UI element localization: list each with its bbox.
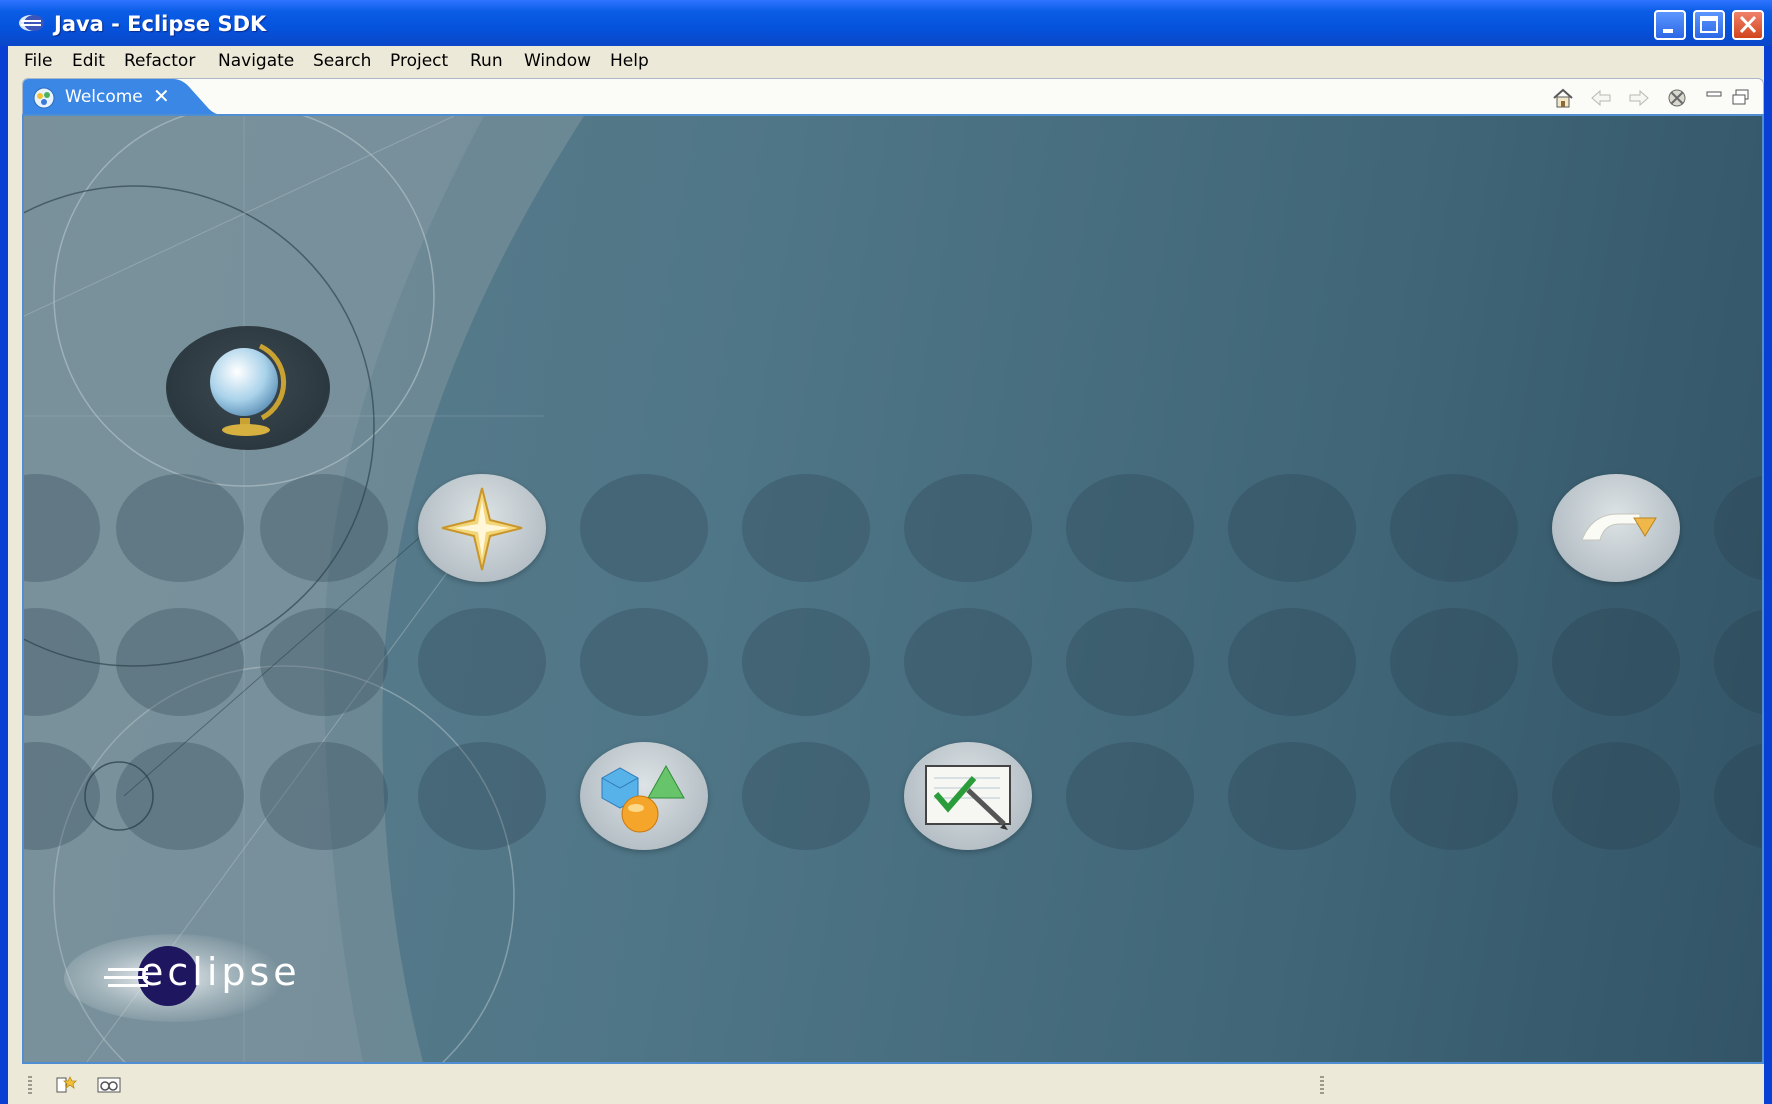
forward-arrow-icon[interactable] (1627, 86, 1651, 110)
grid-dot (1390, 742, 1518, 850)
menu-refactor[interactable]: Refactor (124, 50, 195, 72)
grid-dot (1552, 608, 1680, 716)
grid-dot (742, 742, 870, 850)
home-icon[interactable] (1551, 86, 1575, 110)
tab-welcome[interactable]: Welcome ✕ (23, 79, 223, 115)
maximize-icon (1700, 16, 1718, 33)
welcome-view: Welcome ✕ eclipse (22, 78, 1764, 1064)
overview-button[interactable] (166, 326, 330, 450)
grid-dot (116, 742, 244, 850)
view-tab-bar: Welcome ✕ (22, 78, 1764, 115)
minimize-button[interactable] (1654, 10, 1686, 40)
eclipse-window: Java - Eclipse SDK File Edit Refactor Na… (0, 0, 1772, 1104)
tab-welcome-label: Welcome (65, 87, 143, 107)
grid-dot (116, 608, 244, 716)
maximize-button[interactable] (1693, 10, 1725, 40)
status-grip (28, 1076, 32, 1096)
grid-dot (904, 474, 1032, 582)
grid-dot (742, 474, 870, 582)
grid-dot (260, 742, 388, 850)
workbench-arrow-icon (1581, 513, 1657, 541)
tutorials-icon (925, 765, 1011, 830)
grid-dot (580, 608, 708, 716)
grid-dot (1228, 608, 1356, 716)
grid-dot (1390, 474, 1518, 582)
grid-dot (742, 608, 870, 716)
menu-search[interactable]: Search (313, 50, 371, 72)
minimize-icon (1663, 29, 1673, 33)
grid-dot (418, 608, 546, 716)
eclipse-logo: eclipse (64, 934, 297, 1024)
workbench: File Edit Refactor Navigate Search Proje… (8, 46, 1764, 1104)
fast-view-icon[interactable] (96, 1074, 122, 1096)
grid-dot (418, 742, 546, 850)
tutorials-button[interactable] (904, 742, 1032, 850)
eclipse-app-icon (19, 15, 44, 31)
minimize-view-icon[interactable] (1703, 86, 1727, 110)
grid-dot (260, 608, 388, 716)
grid-dot (1066, 474, 1194, 582)
welcome-content: eclipse (22, 114, 1764, 1064)
new-view-icon[interactable] (54, 1074, 80, 1096)
star-icon (441, 487, 523, 571)
welcome-tab-icon (33, 87, 55, 109)
grid-dot (116, 474, 244, 582)
menu-run[interactable]: Run (470, 50, 503, 72)
status-bar (8, 1066, 1764, 1104)
menu-edit[interactable]: Edit (72, 50, 105, 72)
grid-dot (260, 474, 388, 582)
grid-dot (1228, 742, 1356, 850)
maximize-view-icon[interactable] (1729, 86, 1753, 110)
close-button[interactable] (1732, 10, 1764, 40)
menu-help[interactable]: Help (610, 50, 649, 72)
grid-dot (580, 474, 708, 582)
whats-new-button[interactable] (418, 474, 546, 582)
eclipse-logo-text: eclipse (140, 950, 301, 994)
close-icon (1739, 15, 1757, 34)
grid-dot (1066, 608, 1194, 716)
menu-file[interactable]: File (24, 50, 52, 72)
shapes-icon (601, 764, 685, 833)
grid-dot (1228, 474, 1356, 582)
menu-window[interactable]: Window (524, 50, 591, 72)
customize-icon[interactable] (1665, 86, 1689, 110)
tab-close-icon[interactable]: ✕ (153, 84, 170, 108)
menu-project[interactable]: Project (390, 50, 448, 72)
menu-navigate[interactable]: Navigate (218, 50, 294, 72)
samples-button[interactable] (580, 742, 708, 850)
background-graphic (24, 116, 584, 1062)
grid-dot (1552, 742, 1680, 850)
grid-dot (904, 608, 1032, 716)
grid-dot (1066, 742, 1194, 850)
status-grip (1320, 1076, 1324, 1096)
title-bar[interactable]: Java - Eclipse SDK (0, 0, 1772, 46)
menu-bar: File Edit Refactor Navigate Search Proje… (8, 46, 1764, 76)
workbench-button[interactable] (1552, 474, 1680, 582)
globe-icon (210, 343, 287, 436)
back-arrow-icon[interactable] (1589, 86, 1613, 110)
window-title: Java - Eclipse SDK (54, 12, 267, 36)
grid-dot (1390, 608, 1518, 716)
